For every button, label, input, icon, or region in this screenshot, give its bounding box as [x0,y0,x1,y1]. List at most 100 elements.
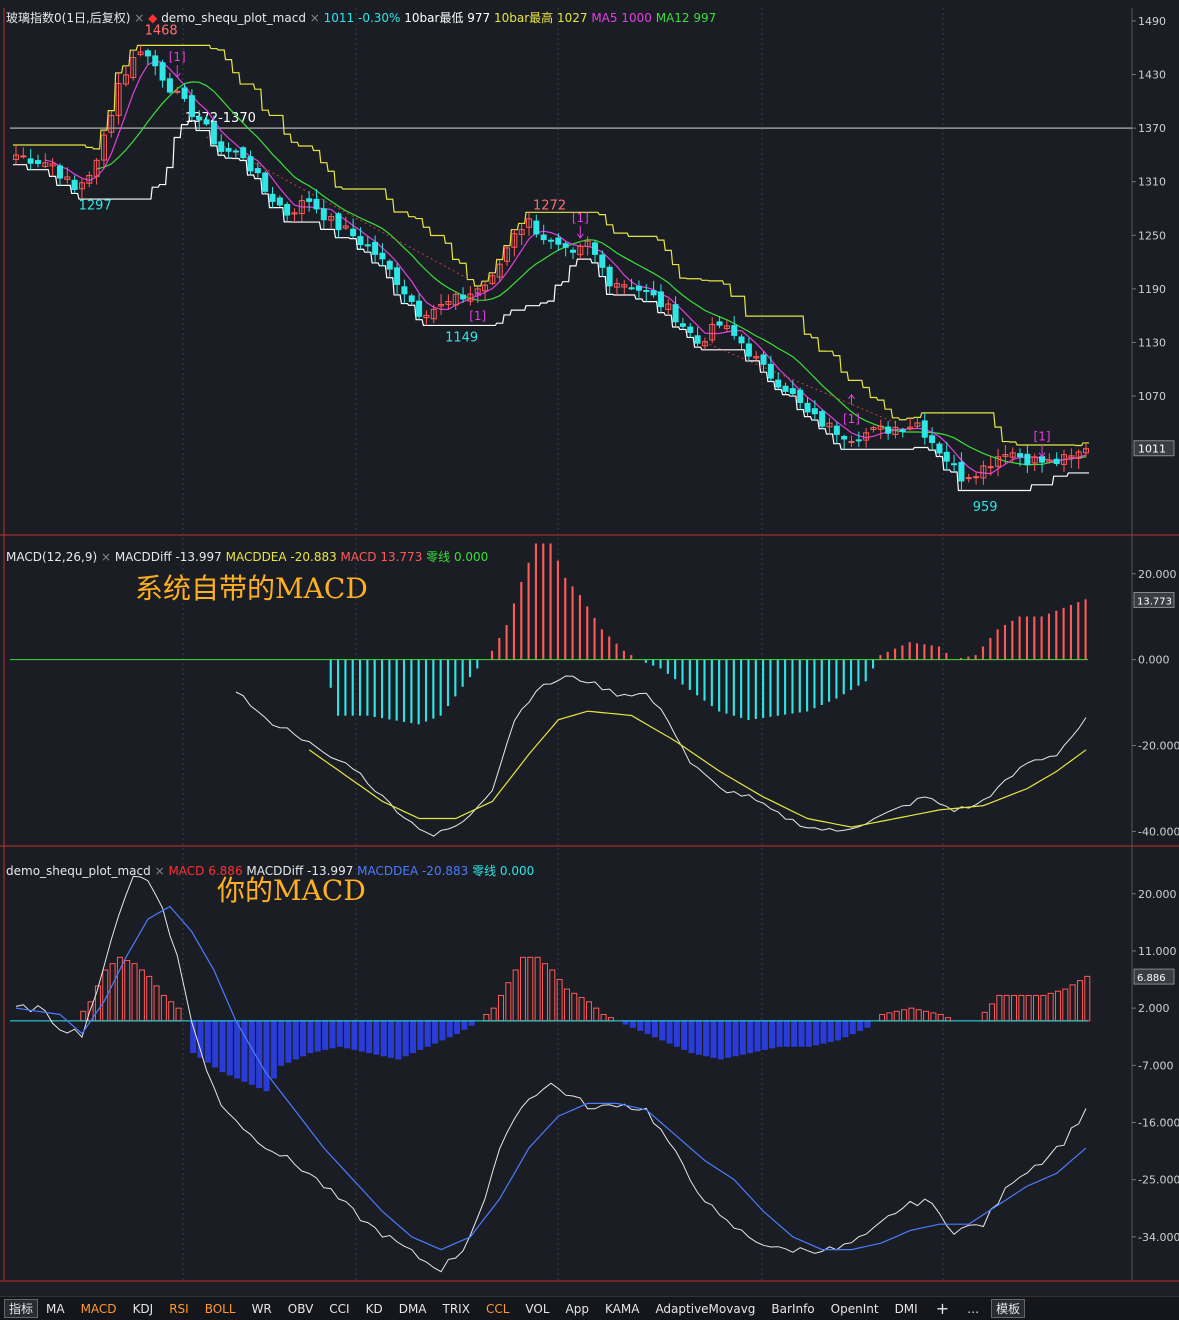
macd-histogram-bar [234,1020,241,1079]
macd-axis-label: 0.000 [1138,654,1170,667]
macd-histogram-bar [740,659,743,718]
price-axis-label: 1190 [1138,283,1166,296]
macd-histogram-bar [754,659,757,719]
candle-body [628,287,635,290]
tab-dmi[interactable]: DMI [887,1302,926,1316]
macd-histogram-bar [292,1020,299,1060]
macd-histogram-bar [886,651,889,660]
macd-histogram-bar [476,659,479,669]
macd-histogram-bar [564,577,567,660]
macd-histogram-bar [571,586,574,660]
macd-histogram-bar [468,1020,475,1026]
legend-item: MACD 13.773 [337,550,423,564]
macd-histogram-bar [798,659,801,713]
macd-histogram-bar [314,1020,321,1052]
tab-boll[interactable]: BOLL [197,1302,244,1316]
tab-barinfo[interactable]: BarInfo [763,1302,822,1316]
macd-histogram-bar [769,1020,776,1049]
candle-body [973,476,980,479]
candle-body [929,435,936,443]
macd-histogram-bar [835,659,838,699]
macd-histogram-bar [424,659,428,722]
tab-obv[interactable]: OBV [280,1302,322,1316]
macd-histogram-bar [219,1020,226,1073]
macd-histogram-bar [490,650,494,660]
macd-histogram-bar [674,659,677,680]
extreme-label: 1468 [145,24,178,39]
signal-mark: [1] [469,309,486,323]
tab-[interactable]: … [959,1302,987,1316]
macd-histogram-bar [593,617,596,660]
chart-background [0,0,1179,1296]
candle-body [408,295,415,302]
candle-body [313,198,320,210]
macd-histogram-bar [828,659,831,702]
legend-item: MACDDiff -13.997 [111,550,222,564]
macd-histogram-bar [1077,602,1080,660]
tab-kdj[interactable]: KDJ [125,1302,162,1316]
tab-wr[interactable]: WR [244,1302,280,1316]
tab-kd[interactable]: KD [358,1302,391,1316]
tab-openint[interactable]: OpenInt [823,1302,887,1316]
macd-histogram-bar [783,1020,790,1047]
tab-指标[interactable]: 指标 [4,1299,39,1318]
tab-ma[interactable]: MA [38,1302,73,1316]
macd-histogram-bar [937,646,941,660]
tab-模板[interactable]: 模板 [991,1299,1026,1318]
sys-macd-caption: 系统自带的MACD [135,572,368,605]
extreme-label: 1272 [533,199,566,214]
tab-rsi[interactable]: RSI [161,1302,197,1316]
macd-histogram-bar [666,659,669,674]
macd-histogram-bar [776,659,779,716]
macd-histogram-bar [344,1020,351,1049]
legend-item: MA12 997 [652,11,716,25]
tab-macd[interactable]: MACD [73,1302,125,1316]
macd-histogram-bar [629,1020,636,1028]
macd-histogram-bar [791,1020,798,1047]
macd-histogram-bar [395,659,398,721]
macd-histogram-bar [241,1020,248,1082]
tab-adaptivemovavg[interactable]: AdaptiveMovavg [647,1302,763,1316]
macd-histogram-bar [337,659,340,716]
candle-body [855,439,862,442]
candle [262,171,269,194]
chart-canvas[interactable]: 1490143013701310125011901130107010111372… [0,0,1179,1296]
macd-histogram-bar [395,1020,402,1060]
tab-[interactable]: + [926,1299,959,1318]
candle-body [394,267,401,285]
macd-histogram-bar [710,1020,717,1058]
tab-cci[interactable]: CCI [321,1302,357,1316]
candle-body [152,55,159,67]
tab-dma[interactable]: DMA [391,1302,435,1316]
macd-histogram-bar [791,659,794,714]
tab-vol[interactable]: VOL [517,1302,557,1316]
tab-trix[interactable]: TRIX [435,1302,478,1316]
macd-histogram-bar [681,659,684,685]
macd-histogram-bar [329,1020,336,1049]
macd-histogram-bar [725,659,728,714]
macd-histogram-bar [608,636,611,660]
candle-body [188,95,195,117]
candle-body [548,239,554,242]
macd-histogram-bar [630,655,633,660]
tab-app[interactable]: App [558,1302,597,1316]
macd-axis-label: -7.000 [1138,1059,1173,1072]
macd-histogram-bar [505,625,508,660]
candle-body [379,252,386,260]
candle-body [364,244,371,247]
horizontal-scrollbar[interactable] [0,1282,1179,1296]
macd-histogram-bar [534,543,537,660]
candle-body [276,197,283,206]
macd-histogram-bar [439,1020,446,1041]
candle-body [262,172,269,192]
tab-kama[interactable]: KAMA [597,1302,647,1316]
candle-body [533,220,540,235]
macd-histogram-bar [424,1020,431,1047]
macd-axis-label: -40.000 [1138,825,1179,838]
macd-histogram-bar [850,659,853,690]
legend-item: 10bar最高 1027 [490,10,587,25]
macd-histogram-bar [703,1020,710,1057]
macd-histogram-bar [813,1020,820,1046]
candle-body [936,443,943,454]
tab-ccl[interactable]: CCL [478,1302,517,1316]
